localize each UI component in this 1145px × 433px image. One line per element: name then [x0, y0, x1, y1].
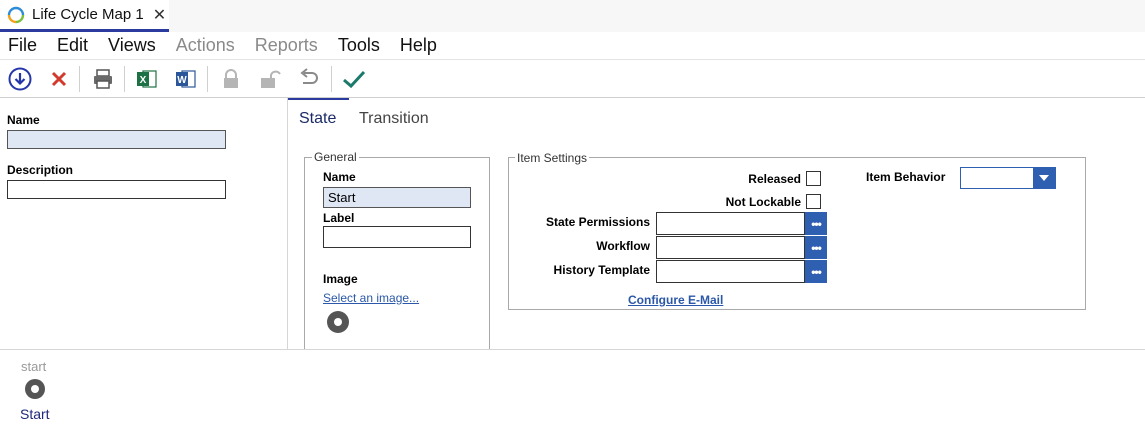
workflow-field[interactable] [656, 236, 805, 259]
discard-icon[interactable] [46, 66, 72, 92]
menu-help[interactable]: Help [400, 35, 437, 56]
diagram-node-caption: start [21, 359, 47, 374]
lifecycle-diagram: start Start [0, 349, 1145, 433]
undo-icon[interactable] [296, 66, 322, 92]
close-icon[interactable]: ✕ [153, 5, 166, 25]
toolbar-separator [124, 66, 125, 92]
excel-icon[interactable]: X [134, 66, 160, 92]
history-template-ellipsis-button[interactable]: ••• [805, 260, 827, 283]
menu-edit[interactable]: Edit [57, 35, 88, 56]
menu-reports[interactable]: Reports [255, 35, 318, 56]
history-template-label: History Template [553, 263, 650, 277]
name-label: Name [7, 113, 40, 127]
start-state-icon [327, 311, 349, 333]
properties-panel: Name Description [0, 98, 288, 349]
menu-tools[interactable]: Tools [338, 35, 380, 56]
state-label-label: Label [323, 211, 355, 225]
description-field[interactable] [7, 180, 226, 199]
menu-file[interactable]: File [8, 35, 37, 56]
lifecycle-map-icon [7, 6, 25, 23]
item-behavior-select[interactable] [960, 167, 1056, 189]
name-field[interactable] [7, 130, 226, 149]
tab-transition[interactable]: Transition [359, 110, 429, 128]
item-behavior-label: Item Behavior [866, 170, 946, 184]
print-icon[interactable] [90, 66, 116, 92]
word-icon[interactable]: W [173, 66, 199, 92]
general-group-title: General [312, 150, 359, 164]
lock-icon[interactable] [218, 66, 244, 92]
start-node-icon[interactable] [25, 379, 45, 399]
workflow-label: Workflow [596, 239, 650, 253]
toolbar: X W [0, 60, 1145, 98]
not-lockable-label: Not Lockable [725, 195, 801, 209]
history-template-field[interactable] [656, 260, 805, 283]
tab-state[interactable]: State [299, 110, 336, 128]
svg-text:W: W [177, 75, 187, 86]
released-label: Released [748, 172, 801, 186]
state-name-field[interactable] [323, 187, 471, 208]
released-checkbox[interactable] [806, 171, 821, 186]
document-tab-title: Life Cycle Map 1 [32, 6, 144, 23]
state-permissions-field[interactable] [656, 212, 805, 235]
workflow-ellipsis-button[interactable]: ••• [805, 236, 827, 259]
item-behavior-value [961, 170, 964, 184]
state-permissions-label: State Permissions [545, 215, 650, 229]
svg-text:X: X [140, 75, 147, 86]
description-label: Description [7, 163, 74, 177]
unlock-icon[interactable] [257, 66, 283, 92]
save-icon[interactable] [7, 66, 33, 92]
done-icon[interactable] [341, 66, 367, 92]
state-name-label: Name [323, 170, 356, 184]
menu-views[interactable]: Views [108, 35, 156, 56]
toolbar-separator [207, 66, 208, 92]
state-label-field[interactable] [323, 226, 471, 248]
menu-bar: File Edit Views Actions Reports Tools He… [0, 32, 1145, 60]
toolbar-separator [79, 66, 80, 92]
image-label: Image [323, 272, 358, 286]
configure-email-link[interactable]: Configure E-Mail [628, 293, 723, 307]
toolbar-separator [331, 66, 332, 92]
select-image-link[interactable]: Select an image... [323, 291, 419, 305]
diagram-node-label[interactable]: Start [20, 406, 50, 422]
item-settings-group-title: Item Settings [515, 151, 590, 165]
state-permissions-ellipsis-button[interactable]: ••• [805, 212, 827, 235]
not-lockable-checkbox[interactable] [806, 194, 821, 209]
menu-actions[interactable]: Actions [176, 35, 235, 56]
document-tab-strip: Life Cycle Map 1 ✕ [0, 0, 1145, 32]
document-tab[interactable]: Life Cycle Map 1 ✕ [0, 0, 169, 32]
chevron-down-icon[interactable] [1033, 168, 1055, 188]
active-tab-indicator [288, 98, 349, 100]
